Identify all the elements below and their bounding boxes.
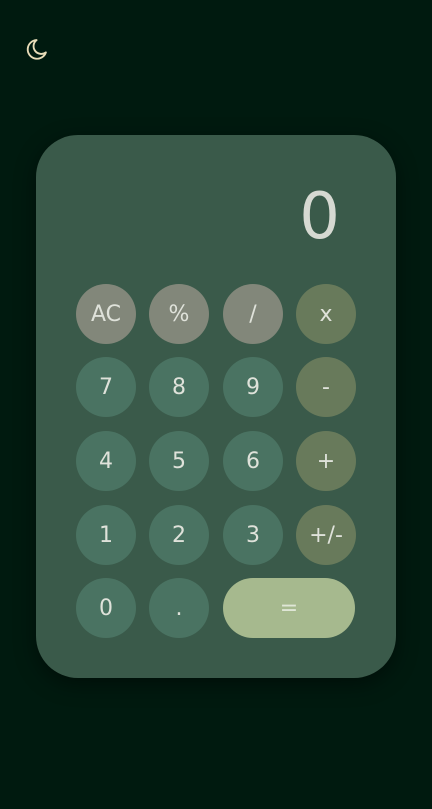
moon-icon [22, 36, 50, 64]
digit-2-button[interactable]: 2 [149, 505, 209, 565]
theme-toggle-button[interactable] [22, 36, 50, 64]
negate-button[interactable]: +/- [296, 505, 356, 565]
digit-9-button[interactable]: 9 [223, 357, 283, 417]
digit-6-button[interactable]: 6 [223, 431, 283, 491]
digit-4-button[interactable]: 4 [76, 431, 136, 491]
add-button[interactable]: + [296, 431, 356, 491]
digit-5-button[interactable]: 5 [149, 431, 209, 491]
multiply-button[interactable]: x [296, 284, 356, 344]
subtract-button[interactable]: - [296, 357, 356, 417]
calculator-panel: 0 AC % / x 7 8 9 - 4 5 6 + 1 2 3 +/- 0 .… [36, 135, 396, 678]
display-value: 0 [299, 180, 340, 254]
divide-button[interactable]: / [223, 284, 283, 344]
decimal-button[interactable]: . [149, 578, 209, 638]
digit-1-button[interactable]: 1 [76, 505, 136, 565]
clear-button[interactable]: AC [76, 284, 136, 344]
digit-3-button[interactable]: 3 [223, 505, 283, 565]
digit-7-button[interactable]: 7 [76, 357, 136, 417]
equals-button[interactable]: = [223, 578, 355, 638]
percent-button[interactable]: % [149, 284, 209, 344]
digit-0-button[interactable]: 0 [76, 578, 136, 638]
digit-8-button[interactable]: 8 [149, 357, 209, 417]
